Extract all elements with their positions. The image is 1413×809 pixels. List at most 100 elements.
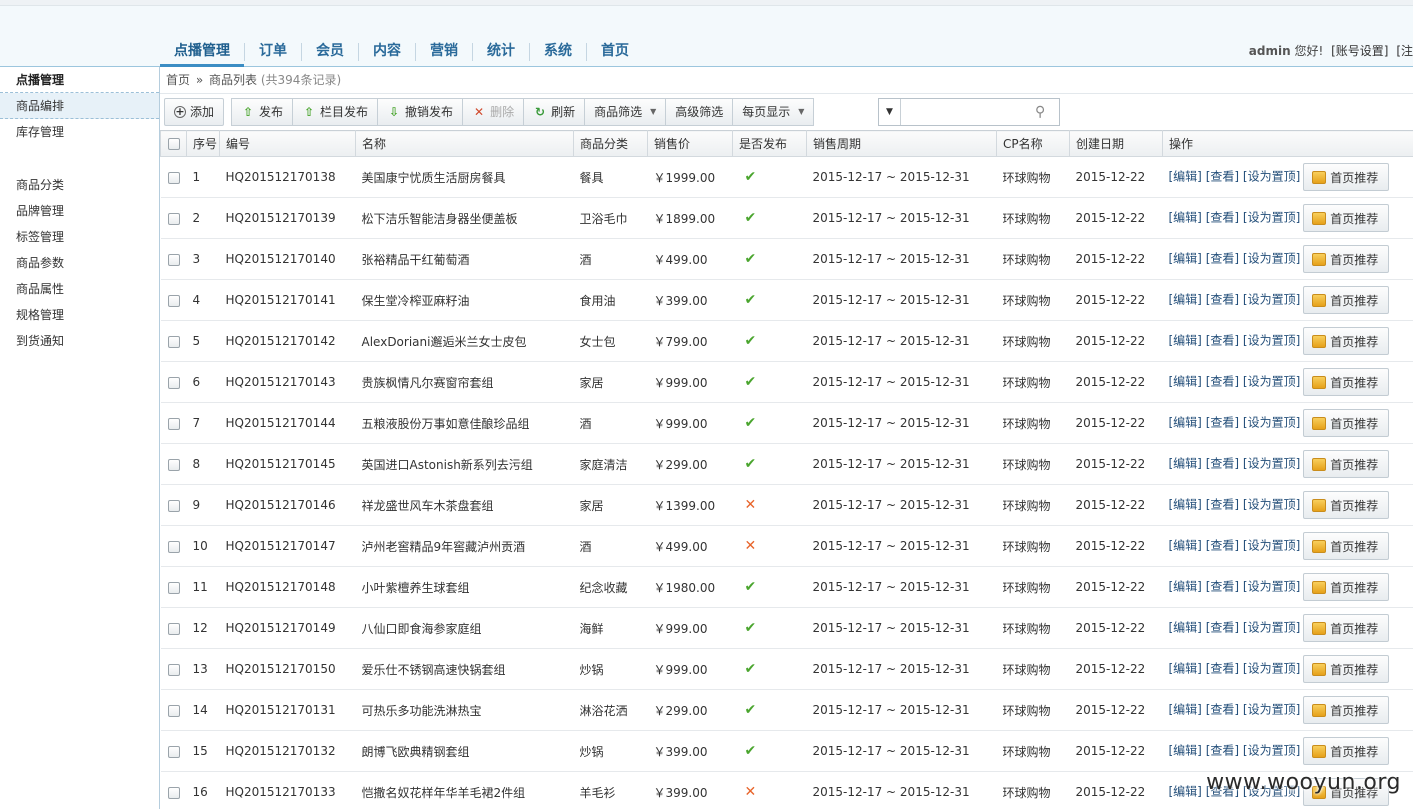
edit-link[interactable]: [编辑] bbox=[1169, 621, 1202, 635]
cell-name[interactable]: 五粮液股份万事如意佳酿珍品组 bbox=[355, 402, 574, 444]
product-filter-dropdown[interactable]: 商品筛选 ▼ bbox=[584, 97, 667, 126]
view-link[interactable]: [查看] bbox=[1206, 744, 1239, 758]
set-top-link[interactable]: [设为置顶] bbox=[1243, 416, 1300, 430]
set-top-link[interactable]: [设为置顶] bbox=[1243, 457, 1300, 471]
set-top-link[interactable]: [设为置顶] bbox=[1243, 252, 1300, 266]
row-checkbox-cell[interactable] bbox=[160, 648, 187, 690]
edit-link[interactable]: [编辑] bbox=[1169, 744, 1202, 758]
cell-name[interactable]: 爱乐仕不锈钢高速快锅套组 bbox=[355, 648, 574, 690]
cell-name[interactable]: 贵族枫情凡尔赛窗帘套组 bbox=[355, 361, 574, 403]
search-input[interactable] bbox=[901, 100, 1031, 124]
edit-link[interactable]: [编辑] bbox=[1169, 416, 1202, 430]
col-header-code[interactable]: 编号 bbox=[219, 130, 356, 157]
view-link[interactable]: [查看] bbox=[1206, 252, 1239, 266]
edit-link[interactable]: [编辑] bbox=[1169, 252, 1202, 266]
homepage-recommend-button[interactable]: 首页推荐 bbox=[1303, 286, 1390, 314]
col-header-cp[interactable]: CP名称 bbox=[996, 130, 1070, 157]
edit-link[interactable]: [编辑] bbox=[1169, 539, 1202, 553]
account-settings-link[interactable]: [账号设置] bbox=[1331, 44, 1388, 58]
row-checkbox-cell[interactable] bbox=[160, 156, 187, 198]
set-top-link[interactable]: [设为置顶] bbox=[1243, 334, 1300, 348]
row-checkbox-cell[interactable] bbox=[160, 238, 187, 280]
col-header-period[interactable]: 销售周期 bbox=[806, 130, 997, 157]
row-checkbox[interactable] bbox=[167, 417, 180, 430]
cell-name[interactable]: 泸州老窖精品9年窖藏泸州贡酒 bbox=[355, 525, 574, 567]
select-all-checkbox[interactable] bbox=[167, 138, 180, 150]
view-link[interactable]: [查看] bbox=[1206, 375, 1239, 389]
homepage-recommend-button[interactable]: 首页推荐 bbox=[1303, 655, 1390, 683]
set-top-link[interactable]: [设为置顶] bbox=[1243, 703, 1300, 717]
homepage-recommend-button[interactable]: 首页推荐 bbox=[1303, 532, 1390, 560]
select-all-checkbox-cell[interactable] bbox=[160, 130, 187, 157]
cell-name[interactable]: AlexDoriani邂逅米兰女士皮包 bbox=[355, 320, 574, 362]
row-checkbox[interactable] bbox=[167, 745, 180, 758]
view-link[interactable]: [查看] bbox=[1206, 539, 1239, 553]
edit-link[interactable]: [编辑] bbox=[1169, 703, 1202, 717]
cell-name[interactable]: 松下洁乐智能洁身器坐便盖板 bbox=[355, 197, 574, 239]
edit-link[interactable]: [编辑] bbox=[1169, 498, 1202, 512]
advanced-filter-button[interactable]: 高级筛选 bbox=[665, 97, 734, 126]
row-checkbox[interactable] bbox=[167, 335, 180, 348]
cell-name[interactable]: 恺撒名奴花样年华羊毛裙2件组 bbox=[355, 771, 574, 809]
sidebar-item[interactable]: 商品参数 bbox=[0, 250, 159, 276]
set-top-link[interactable]: [设为置顶] bbox=[1243, 293, 1300, 307]
edit-link[interactable]: [编辑] bbox=[1169, 457, 1202, 471]
col-header-created[interactable]: 创建日期 bbox=[1069, 130, 1163, 157]
row-checkbox-cell[interactable] bbox=[160, 402, 187, 444]
edit-link[interactable]: [编辑] bbox=[1169, 170, 1202, 184]
edit-link[interactable]: [编辑] bbox=[1169, 211, 1202, 225]
unpublish-button[interactable]: ⇩ 撤销发布 bbox=[377, 97, 464, 126]
nav-item[interactable]: 系统 bbox=[530, 38, 586, 67]
homepage-recommend-button[interactable]: 首页推荐 bbox=[1303, 573, 1390, 601]
view-link[interactable]: [查看] bbox=[1206, 170, 1239, 184]
homepage-recommend-button[interactable]: 首页推荐 bbox=[1303, 409, 1390, 437]
set-top-link[interactable]: [设为置顶] bbox=[1243, 744, 1300, 758]
cell-name[interactable]: 张裕精品干红葡萄酒 bbox=[355, 238, 574, 280]
row-checkbox-cell[interactable] bbox=[160, 361, 187, 403]
row-checkbox-cell[interactable] bbox=[160, 607, 187, 649]
edit-link[interactable]: [编辑] bbox=[1169, 334, 1202, 348]
nav-item[interactable]: 会员 bbox=[302, 38, 358, 67]
edit-link[interactable]: [编辑] bbox=[1169, 375, 1202, 389]
sidebar-item[interactable]: 标签管理 bbox=[0, 224, 159, 250]
view-link[interactable]: [查看] bbox=[1206, 211, 1239, 225]
sidebar-item[interactable]: 到货通知 bbox=[0, 328, 159, 354]
row-checkbox-cell[interactable] bbox=[160, 279, 187, 321]
row-checkbox-cell[interactable] bbox=[160, 443, 187, 485]
view-link[interactable]: [查看] bbox=[1206, 703, 1239, 717]
nav-item[interactable]: 内容 bbox=[359, 38, 415, 67]
homepage-recommend-button[interactable]: 首页推荐 bbox=[1303, 614, 1390, 642]
col-header-category[interactable]: 商品分类 bbox=[573, 130, 648, 157]
view-link[interactable]: [查看] bbox=[1206, 457, 1239, 471]
homepage-recommend-button[interactable]: 首页推荐 bbox=[1303, 491, 1390, 519]
edit-link[interactable]: [编辑] bbox=[1169, 662, 1202, 676]
row-checkbox-cell[interactable] bbox=[160, 320, 187, 362]
sidebar-item[interactable]: 品牌管理 bbox=[0, 198, 159, 224]
set-top-link[interactable]: [设为置顶] bbox=[1243, 580, 1300, 594]
row-checkbox-cell[interactable] bbox=[160, 730, 187, 772]
cell-name[interactable]: 祥龙盛世风车木茶盘套组 bbox=[355, 484, 574, 526]
set-top-link[interactable]: [设为置顶] bbox=[1243, 375, 1300, 389]
row-checkbox[interactable] bbox=[167, 499, 180, 512]
view-link[interactable]: [查看] bbox=[1206, 662, 1239, 676]
row-checkbox-cell[interactable] bbox=[160, 689, 187, 731]
search-field-select[interactable]: ▼ bbox=[879, 99, 901, 125]
row-checkbox[interactable] bbox=[167, 458, 180, 471]
nav-item[interactable]: 首页 bbox=[587, 38, 643, 67]
set-top-link[interactable]: [设为置顶] bbox=[1243, 539, 1300, 553]
homepage-recommend-button[interactable]: 首页推荐 bbox=[1303, 737, 1390, 765]
set-top-link[interactable]: [设为置顶] bbox=[1243, 621, 1300, 635]
set-top-link[interactable]: [设为置顶] bbox=[1243, 498, 1300, 512]
col-header-name[interactable]: 名称 bbox=[355, 130, 574, 157]
nav-item[interactable]: 营销 bbox=[416, 38, 472, 67]
column-publish-button[interactable]: ⇧ 栏目发布 bbox=[292, 97, 379, 126]
view-link[interactable]: [查看] bbox=[1206, 580, 1239, 594]
row-checkbox-cell[interactable] bbox=[160, 525, 187, 567]
nav-item[interactable]: 订单 bbox=[245, 38, 301, 67]
homepage-recommend-button[interactable]: 首页推荐 bbox=[1303, 327, 1390, 355]
view-link[interactable]: [查看] bbox=[1206, 416, 1239, 430]
publish-button[interactable]: ⇧ 发布 bbox=[231, 97, 294, 126]
cell-name[interactable]: 可热乐多功能洗淋热宝 bbox=[355, 689, 574, 731]
homepage-recommend-button[interactable]: 首页推荐 bbox=[1303, 450, 1390, 478]
row-checkbox[interactable] bbox=[167, 253, 180, 266]
